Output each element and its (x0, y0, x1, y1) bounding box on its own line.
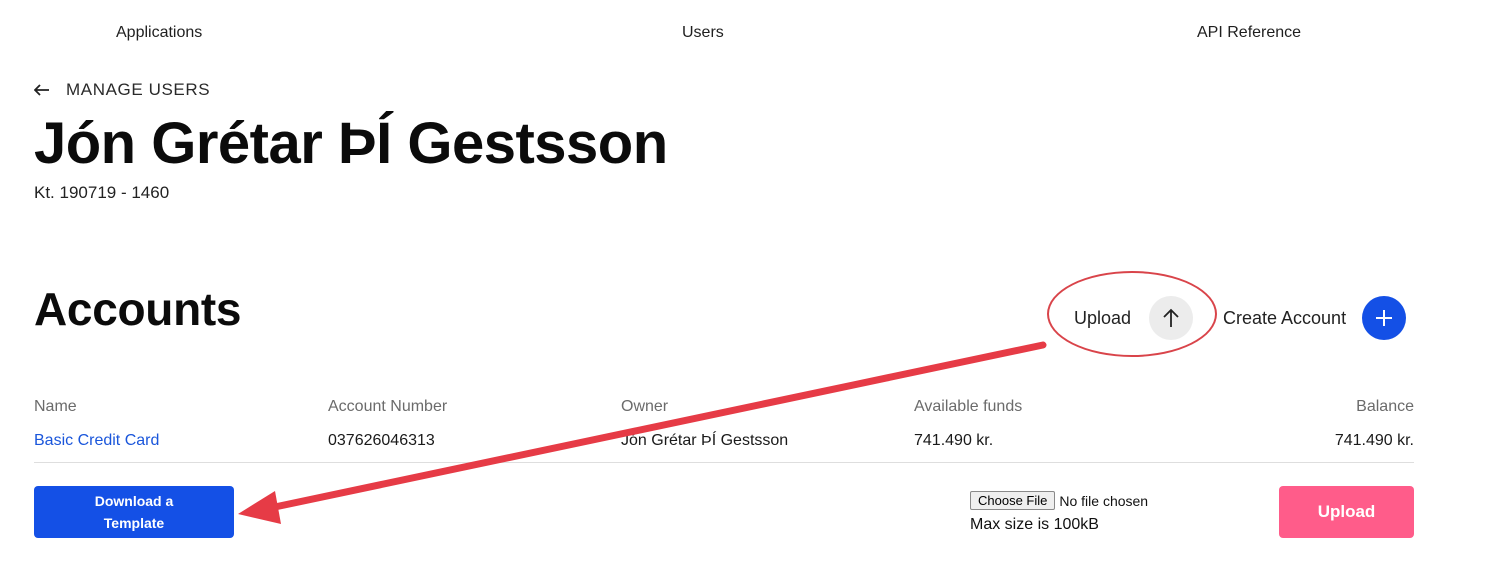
create-account-label: Create Account (1223, 307, 1347, 328)
breadcrumb-label[interactable]: MANAGE USERS (66, 80, 210, 100)
header-owner: Owner (621, 398, 669, 415)
nav-item-api-reference[interactable]: API Reference (1197, 24, 1301, 42)
file-status: No file chosen (1059, 492, 1149, 509)
header-balance: Balance (1356, 398, 1414, 415)
top-navigation: Applications Users API Reference (0, 0, 1491, 66)
header-available-funds: Available funds (914, 398, 1023, 415)
download-label-line2: Template (103, 515, 165, 531)
upload-accounts-button[interactable]: Upload (1074, 296, 1194, 340)
table-row: Basic Credit Card 037626046313 Jón Gréta… (34, 426, 1414, 463)
nav-item-applications[interactable]: Applications (116, 24, 202, 42)
available-funds: 741.490 kr. (914, 432, 994, 449)
header-account-number: Account Number (328, 398, 448, 415)
arrow-up-icon (1149, 296, 1194, 340)
nav-item-users[interactable]: Users (682, 24, 724, 42)
accounts-heading: Accounts (34, 283, 242, 335)
accounts-table: Name Account Number Owner Available fund… (34, 394, 1414, 463)
user-id-text: Kt. 190719 - 1460 (34, 183, 170, 202)
account-owner: Jón Grétar ÞÍ Gestsson (621, 432, 789, 449)
table-header-row: Name Account Number Owner Available fund… (34, 394, 1414, 426)
header-name: Name (34, 398, 77, 415)
download-label-line1: Download a (94, 493, 174, 509)
plus-icon (1362, 296, 1407, 340)
download-template-button[interactable]: Download a Template (34, 486, 234, 538)
choose-file-button[interactable]: Choose File (970, 491, 1056, 510)
account-name-link[interactable]: Basic Credit Card (34, 432, 159, 450)
upload-file-button[interactable]: Upload (1279, 486, 1414, 538)
create-account-button[interactable]: Create Account (1223, 296, 1407, 340)
account-number: 037626046313 (328, 432, 435, 449)
arrow-left-icon[interactable] (33, 81, 50, 99)
balance: 741.490 kr. (1334, 432, 1414, 449)
max-size-hint: Max size is 100kB (970, 516, 1099, 533)
breadcrumb: MANAGE USERS (33, 80, 210, 100)
page-title: Jón Grétar ÞÍ Gestsson (34, 111, 668, 176)
file-upload-area: Choose File No file chosen Max size is 1… (970, 491, 1148, 534)
upload-label: Upload (1074, 307, 1132, 328)
